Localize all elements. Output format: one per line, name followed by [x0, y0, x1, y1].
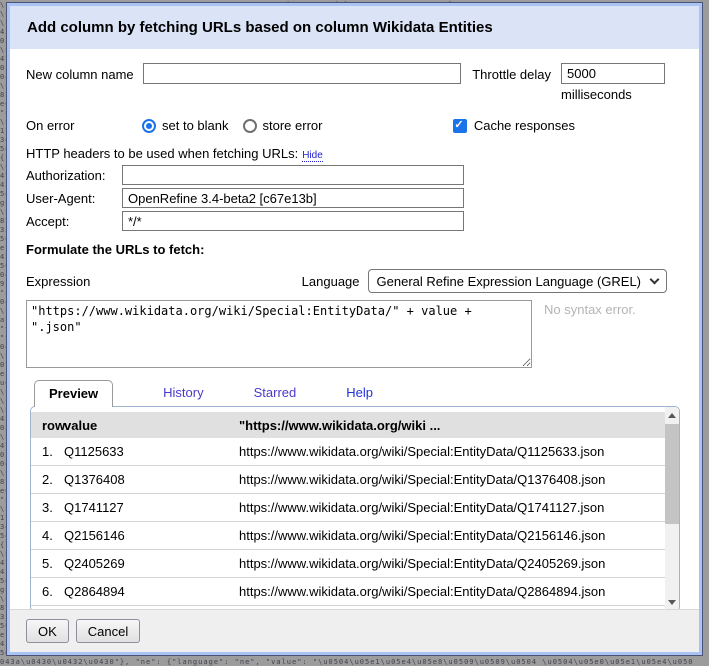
new-column-name-input[interactable] [143, 63, 461, 84]
row-number: 5. [31, 556, 64, 571]
dialog-title: Add column by fetching URLs based on col… [10, 6, 699, 49]
http-headers-row: HTTP headers to be used when fetching UR… [26, 146, 683, 162]
row-value: Q2405269 [64, 556, 239, 571]
language-label: Language [302, 274, 360, 289]
new-column-row: New column name Throttle delay milliseco… [26, 63, 683, 102]
row-number: 3. [31, 500, 64, 515]
row-url: https://www.wikidata.org/wiki/Special:En… [239, 528, 665, 543]
table-row: 2. Q1376408 https://www.wikidata.org/wik… [31, 466, 665, 494]
chevron-down-icon [650, 274, 660, 284]
row-value: Q1125633 [64, 444, 239, 459]
row-number: 1. [31, 444, 64, 459]
table-row: 3. Q1741127 https://www.wikidata.org/wik… [31, 494, 665, 522]
row-number: 4. [31, 528, 64, 543]
tab-starred[interactable]: Starred [240, 380, 311, 406]
tab-preview[interactable]: Preview [34, 380, 113, 407]
row-value: Q2156146 [64, 528, 239, 543]
throttle-delay-input[interactable] [561, 63, 665, 84]
row-number: 2. [31, 472, 64, 487]
checkbox-checked-icon [453, 119, 467, 133]
row-url: https://www.wikidata.org/wiki/Special:En… [239, 472, 665, 487]
on-error-label: On error [26, 118, 142, 133]
table-row: 7. Q2901201 https://www.wikidata.org/wik… [31, 606, 665, 609]
new-column-name-label: New column name [26, 67, 134, 82]
accept-label: Accept: [26, 214, 122, 229]
preview-table: row value "https://www.wikidata.org/wiki… [31, 407, 665, 609]
radio-unselected-icon [243, 119, 257, 133]
throttle-col: milliseconds [561, 63, 665, 102]
tabs-box: Preview History Starred Help row value "… [30, 380, 680, 609]
hide-headers-link[interactable]: Hide [302, 150, 323, 162]
user-agent-input[interactable] [122, 188, 464, 208]
table-row: 6. Q2864894 https://www.wikidata.org/wik… [31, 578, 665, 606]
table-header-row: row value "https://www.wikidata.org/wiki… [31, 412, 665, 438]
tab-nav: Preview History Starred Help [30, 380, 680, 406]
throttle-unit-label: milliseconds [561, 87, 665, 102]
language-select[interactable]: General Refine Expression Language (GREL… [368, 269, 667, 293]
table-row: 4. Q2156146 https://www.wikidata.org/wik… [31, 522, 665, 550]
table-row: 1. Q1125633 https://www.wikidata.org/wik… [31, 438, 665, 466]
tab-history[interactable]: History [149, 380, 217, 406]
col-header-url: "https://www.wikidata.org/wiki ... [239, 418, 665, 433]
language-selected-value: General Refine Expression Language (GREL… [377, 274, 641, 289]
row-url: https://www.wikidata.org/wiki/Special:En… [239, 584, 665, 599]
add-column-fetch-dialog: Add column by fetching URLs based on col… [7, 3, 702, 655]
row-url: https://www.wikidata.org/wiki/Special:En… [239, 500, 665, 515]
cache-responses-checkbox[interactable]: Cache responses [453, 118, 575, 133]
cancel-button[interactable]: Cancel [76, 619, 140, 643]
scroll-thumb[interactable] [665, 424, 679, 524]
expression-label: Expression [26, 274, 90, 289]
authorization-input[interactable] [122, 165, 464, 185]
tab-help[interactable]: Help [332, 380, 387, 406]
cache-responses-label: Cache responses [474, 118, 575, 133]
row-value: Q1376408 [64, 472, 239, 487]
throttle-group: Throttle delay milliseconds [472, 63, 683, 102]
language-group: Language General Refine Expression Langu… [302, 269, 667, 293]
row-url: https://www.wikidata.org/wiki/Special:En… [239, 556, 665, 571]
radio-store-error-label: store error [263, 118, 323, 133]
user-agent-label: User-Agent: [26, 191, 122, 206]
scroll-up-icon[interactable] [668, 413, 676, 418]
preview-panel: row value "https://www.wikidata.org/wiki… [30, 406, 680, 609]
expression-row: Expression Language General Refine Expre… [26, 269, 683, 293]
radio-selected-icon [142, 119, 156, 133]
row-value: Q2864894 [64, 584, 239, 599]
table-row: 5. Q2405269 https://www.wikidata.org/wik… [31, 550, 665, 578]
scrollbar[interactable] [665, 407, 679, 609]
user-agent-row: User-Agent: [26, 188, 683, 208]
dialog-body: New column name Throttle delay milliseco… [10, 49, 699, 609]
col-header-row: row [31, 418, 64, 433]
accept-input[interactable] [122, 211, 464, 231]
scroll-down-icon[interactable] [668, 600, 676, 605]
row-url: https://www.wikidata.org/wiki/Special:En… [239, 444, 665, 459]
http-headers-label: HTTP headers to be used when fetching UR… [26, 146, 298, 161]
dialog-footer: OK Cancel [10, 609, 699, 652]
formulate-heading: Formulate the URLs to fetch: [26, 242, 683, 257]
expression-area: "https://www.wikidata.org/wiki/Special:E… [26, 300, 683, 368]
throttle-delay-label: Throttle delay [472, 67, 551, 82]
row-number: 6. [31, 584, 64, 599]
authorization-row: Authorization: [26, 165, 683, 185]
on-error-row: On error set to blank store error Cache … [26, 118, 683, 133]
ok-button[interactable]: OK [26, 619, 69, 643]
authorization-label: Authorization: [26, 168, 122, 183]
http-headers-grid: Authorization: User-Agent: Accept: [26, 165, 683, 231]
radio-set-to-blank-label: set to blank [162, 118, 229, 133]
row-value: Q1741127 [64, 500, 239, 515]
accept-row: Accept: [26, 211, 683, 231]
radio-set-to-blank[interactable]: set to blank [142, 118, 229, 133]
expression-textarea[interactable]: "https://www.wikidata.org/wiki/Special:E… [26, 300, 532, 368]
col-header-value: value [64, 418, 239, 433]
radio-store-error[interactable]: store error [243, 118, 323, 133]
syntax-status: No syntax error. [544, 302, 636, 317]
